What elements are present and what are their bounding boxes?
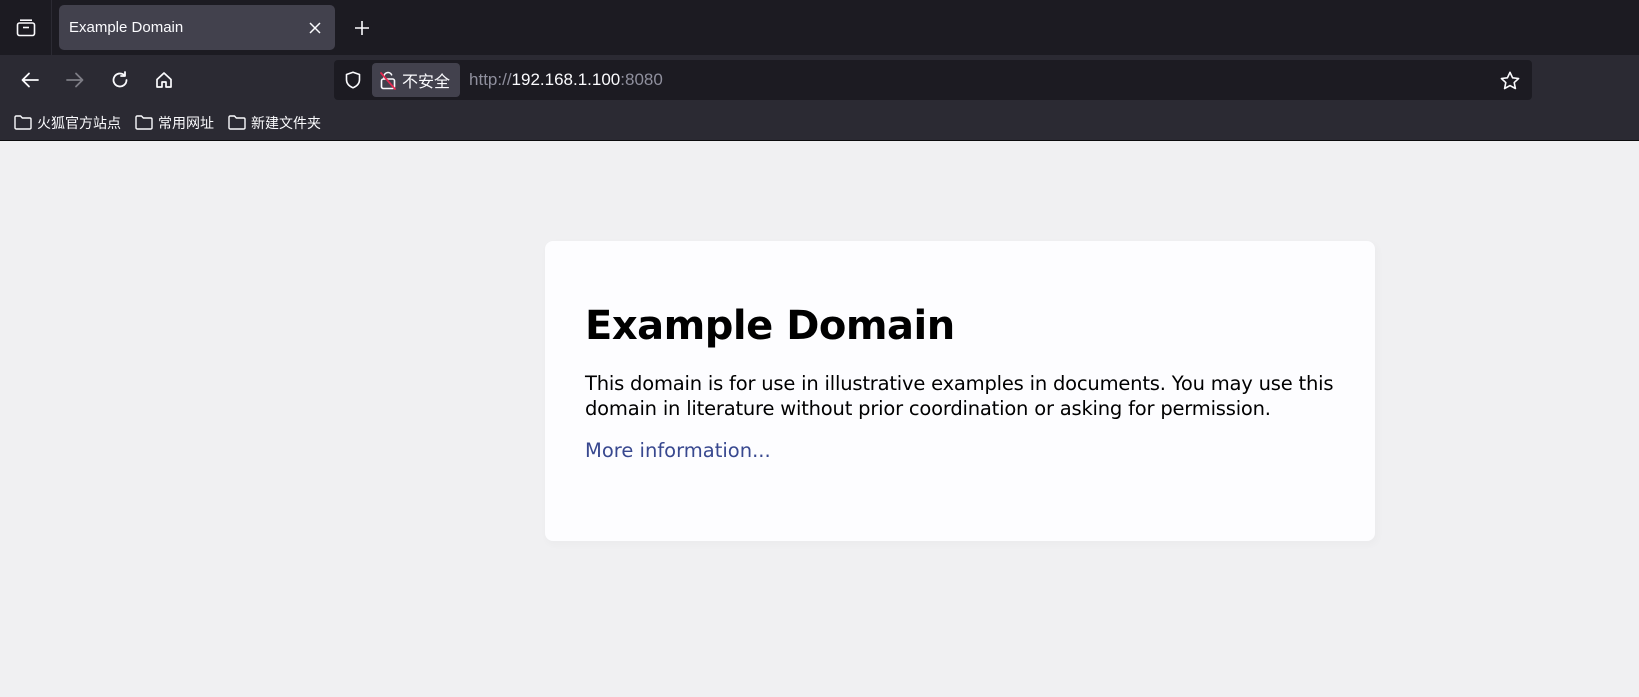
tab-example-domain[interactable]: Example Domain (59, 5, 335, 50)
home-icon (155, 71, 173, 89)
tab-close-button[interactable] (301, 14, 329, 42)
new-tab-button[interactable] (346, 12, 378, 44)
bookmark-page-button[interactable] (1492, 60, 1528, 100)
tab-title: Example Domain (69, 19, 184, 36)
content-card: Example Domain This domain is for use in… (545, 241, 1375, 541)
url-bar[interactable]: 不安全 http://192.168.1.100:8080 (334, 60, 1532, 100)
back-button[interactable] (14, 64, 46, 96)
url-scheme: http:// (469, 70, 512, 89)
tab-strip: Example Domain (0, 0, 1639, 55)
back-arrow-icon (21, 72, 39, 88)
bookmarks-toolbar: 火狐官方站点 常用网址 新建文件夹 (0, 105, 1639, 141)
more-information-link[interactable]: More information... (585, 439, 771, 462)
forward-button[interactable] (59, 64, 91, 96)
folder-icon (135, 115, 153, 130)
insecure-label: 不安全 (402, 74, 451, 91)
home-button[interactable] (148, 64, 180, 96)
page-title: Example Domain (585, 303, 955, 349)
navigation-toolbar: 不安全 http://192.168.1.100:8080 (0, 55, 1639, 105)
shield-icon (345, 71, 361, 89)
bookmark-label: 火狐官方站点 (37, 114, 121, 131)
url-port: :8080 (620, 70, 663, 89)
tab-list-button[interactable] (0, 0, 52, 55)
folder-icon (14, 115, 32, 130)
plus-icon (354, 20, 370, 36)
page-content: Example Domain This domain is for use in… (0, 141, 1639, 697)
bookmark-folder-firefox-official[interactable]: 火狐官方站点 (14, 109, 121, 137)
bookmark-folder-common-sites[interactable]: 常用网址 (135, 109, 214, 137)
tab-list-icon (16, 18, 36, 37)
page-description: This domain is for use in illustrative e… (585, 372, 1334, 420)
site-security-indicator[interactable]: 不安全 (372, 63, 461, 97)
reload-button[interactable] (104, 64, 136, 96)
star-icon (1500, 71, 1520, 90)
close-icon (309, 21, 321, 34)
folder-icon (228, 115, 246, 130)
reload-icon (111, 71, 129, 89)
bookmark-folder-new-folder[interactable]: 新建文件夹 (228, 109, 321, 137)
bookmark-label: 常用网址 (158, 114, 214, 131)
url-text[interactable]: http://192.168.1.100:8080 (469, 70, 1492, 90)
forward-arrow-icon (66, 72, 84, 88)
bookmark-label: 新建文件夹 (251, 114, 321, 131)
url-host: 192.168.1.100 (511, 70, 621, 89)
tracking-protection-button[interactable] (336, 60, 370, 100)
insecure-lock-icon (380, 71, 396, 90)
